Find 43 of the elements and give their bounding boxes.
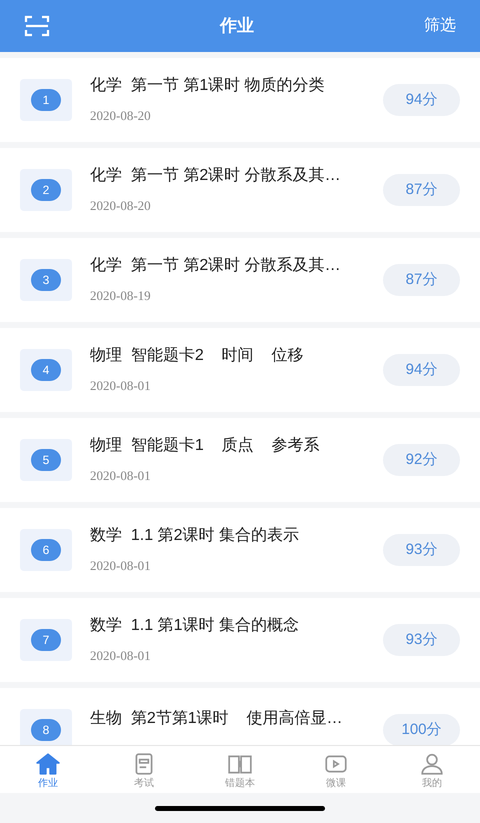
tab[interactable]: 作业 [0, 746, 96, 793]
number-badge: 3 [31, 269, 61, 291]
assignment-card[interactable]: 7 数学 1.1 第1课时 集合的概念 2020-08-01 93分 [0, 598, 480, 682]
assignment-card[interactable]: 4 物理 智能题卡2 时间 位移 2020-08-01 94分 [0, 328, 480, 412]
number-badge: 1 [31, 89, 61, 111]
score-badge: 92分 [383, 444, 460, 476]
number-badge: 2 [31, 179, 61, 201]
assignment-card[interactable]: 8 生物 第2节第1课时 使用高倍显… 100分 [0, 688, 480, 745]
assignment-card[interactable]: 5 物理 智能题卡1 质点 参考系 2020-08-01 92分 [0, 418, 480, 502]
number-badge: 7 [31, 629, 61, 651]
score-badge: 87分 [383, 264, 460, 296]
assignment-card[interactable]: 6 数学 1.1 第2课时 集合的表示 2020-08-01 93分 [0, 508, 480, 592]
score-badge: 93分 [383, 534, 460, 566]
assignment-card[interactable]: 3 化学 第一节 第2课时 分散系及其… 2020-08-19 87分 [0, 238, 480, 322]
score-badge: 93分 [383, 624, 460, 656]
score-badge: 87分 [383, 174, 460, 206]
assignment-date: 2020-08-01 [90, 557, 152, 576]
assignment-date: 2020-08-01 [90, 647, 152, 666]
assignment-date: 2020-08-19 [90, 287, 152, 306]
score-badge: 100分 [383, 714, 460, 745]
number-badge: 6 [31, 539, 61, 561]
assignment-title: 数学 1.1 第2课时 集合的表示 [90, 526, 300, 546]
assignment-date: 2020-08-20 [90, 197, 152, 216]
scan-icon[interactable] [24, 15, 50, 37]
page-title: 作业 [220, 15, 254, 38]
assignment-date: 2020-08-20 [90, 107, 152, 126]
assignment-title: 物理 智能题卡1 质点 参考系 [90, 436, 320, 456]
number-badge: 8 [31, 719, 61, 741]
home-icon [35, 750, 61, 776]
assignment-card[interactable]: 2 化学 第一节 第2课时 分散系及其… 2020-08-20 87分 [0, 148, 480, 232]
assignment-title: 化学 第一节 第2课时 分散系及其… [90, 166, 342, 186]
score-badge: 94分 [383, 84, 460, 116]
number-badge: 4 [31, 359, 61, 381]
assignment-title: 化学 第一节 第1课时 物质的分类 [90, 76, 326, 96]
assignment-card[interactable]: 1 化学 第一节 第1课时 物质的分类 2020-08-20 94分 [0, 58, 480, 142]
assignment-title: 生物 第2节第1课时 使用高倍显… [90, 708, 344, 728]
assignment-date: 2020-08-01 [90, 467, 152, 486]
assignment-date: 2020-08-01 [90, 377, 152, 396]
score-badge: 94分 [383, 354, 460, 386]
assignment-title: 化学 第一节 第2课时 分散系及其… [90, 256, 342, 276]
number-badge: 5 [31, 449, 61, 471]
assignment-title: 物理 智能题卡2 时间 位移 [90, 346, 304, 366]
assignment-title: 数学 1.1 第1课时 集合的概念 [90, 616, 300, 636]
